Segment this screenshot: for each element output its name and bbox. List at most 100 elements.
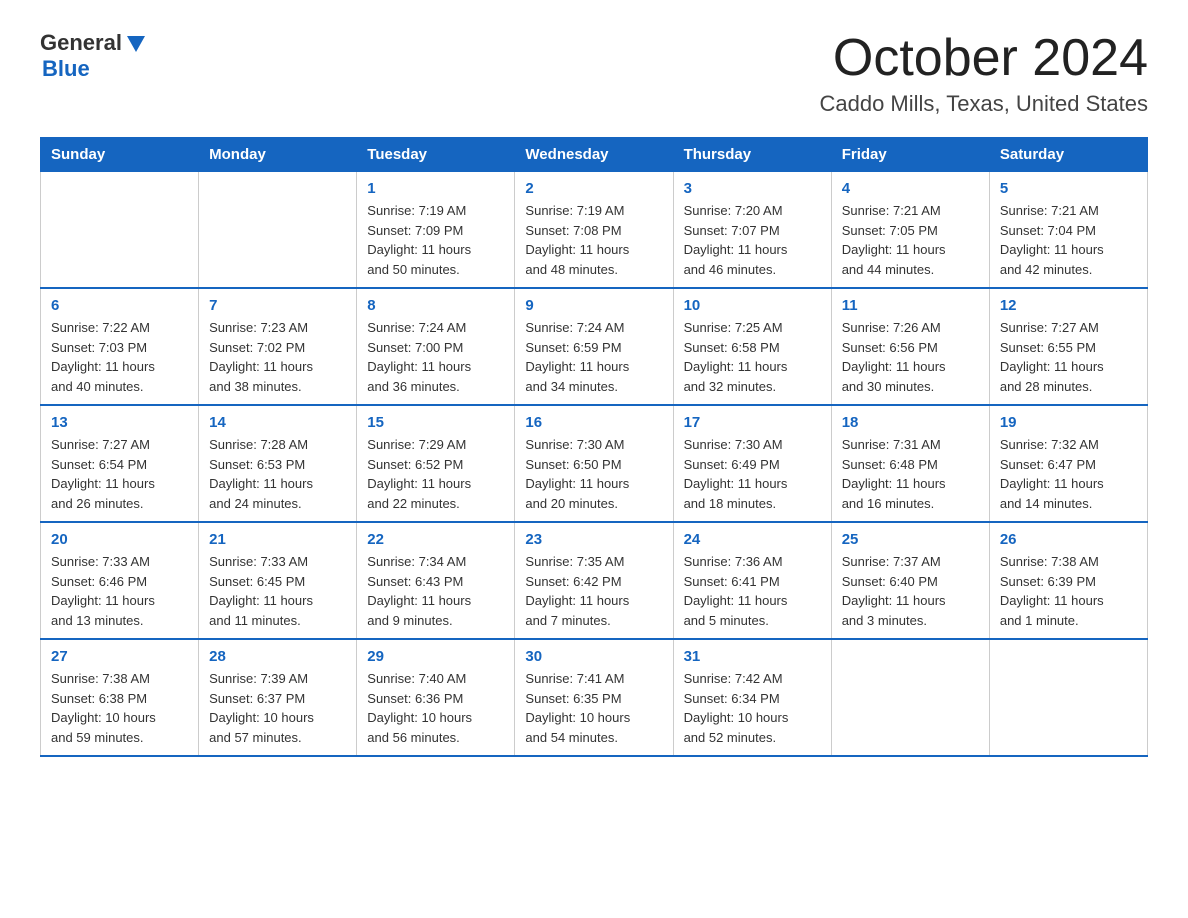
calendar-week-row: 6 Sunrise: 7:22 AM Sunset: 7:03 PM Daylig… [41,288,1148,405]
day-number: 25 [842,531,979,548]
logo: General Blue [40,30,147,82]
calendar-cell [199,172,357,289]
logo-triangle-icon [125,32,147,54]
header-wednesday: Wednesday [515,138,673,172]
calendar-cell: 4Sunrise: 7:21 AM Sunset: 7:05 PM Daylig… [831,172,989,289]
calendar-cell: 27 Sunrise: 7:38 AM Sunset: 6:38 PM Dayli… [41,639,199,756]
day-number: 24 [684,531,821,548]
day-info: Sunrise: 7:21 AM Sunset: 7:04 PM Dayligh… [1000,201,1137,279]
calendar-week-row: 1 Sunrise: 7:19 AM Sunset: 7:09 PM Daylig… [41,172,1148,289]
day-info: Sunrise: 7:40 AM Sunset: 6:36 PM Dayligh… [367,669,504,747]
day-number: 16 [525,414,662,431]
day-info: Sunrise: 7:34 AM Sunset: 6:43 PM Dayligh… [367,552,504,630]
calendar-cell: 9 Sunrise: 7:24 AM Sunset: 6:59 PM Daylig… [515,288,673,405]
calendar-cell: 14 Sunrise: 7:28 AM Sunset: 6:53 PM Dayli… [199,405,357,522]
day-info: Sunrise: 7:42 AM Sunset: 6:34 PM Dayligh… [684,669,821,747]
day-number: 29 [367,648,504,665]
day-info: Sunrise: 7:33 AM Sunset: 6:46 PM Dayligh… [51,552,188,630]
calendar-cell: 20 Sunrise: 7:33 AM Sunset: 6:46 PM Dayli… [41,522,199,639]
calendar-header-row: SundayMondayTuesdayWednesdayThursdayFrid… [41,138,1148,172]
day-number: 2 [525,180,662,197]
calendar-cell: 16Sunrise: 7:30 AM Sunset: 6:50 PM Dayli… [515,405,673,522]
calendar-cell [831,639,989,756]
day-number: 26 [1000,531,1137,548]
calendar-cell: 12Sunrise: 7:27 AM Sunset: 6:55 PM Dayli… [989,288,1147,405]
calendar-cell: 5 Sunrise: 7:21 AM Sunset: 7:04 PM Daylig… [989,172,1147,289]
calendar-cell: 1 Sunrise: 7:19 AM Sunset: 7:09 PM Daylig… [357,172,515,289]
day-number: 31 [684,648,821,665]
day-info: Sunrise: 7:24 AM Sunset: 7:00 PM Dayligh… [367,318,504,396]
calendar-cell: 18Sunrise: 7:31 AM Sunset: 6:48 PM Dayli… [831,405,989,522]
day-number: 19 [1000,414,1137,431]
calendar-cell: 11Sunrise: 7:26 AM Sunset: 6:56 PM Dayli… [831,288,989,405]
calendar-cell: 24 Sunrise: 7:36 AM Sunset: 6:41 PM Dayli… [673,522,831,639]
day-number: 14 [209,414,346,431]
day-number: 10 [684,297,821,314]
calendar-cell: 29 Sunrise: 7:40 AM Sunset: 6:36 PM Dayli… [357,639,515,756]
day-number: 17 [684,414,821,431]
day-number: 15 [367,414,504,431]
logo-general: General [40,30,122,56]
calendar-cell: 8Sunrise: 7:24 AM Sunset: 7:00 PM Daylig… [357,288,515,405]
day-info: Sunrise: 7:28 AM Sunset: 6:53 PM Dayligh… [209,435,346,513]
day-info: Sunrise: 7:30 AM Sunset: 6:49 PM Dayligh… [684,435,821,513]
day-info: Sunrise: 7:39 AM Sunset: 6:37 PM Dayligh… [209,669,346,747]
page-header: General Blue October 2024 Caddo Mills, T… [40,30,1148,117]
calendar-cell: 25 Sunrise: 7:37 AM Sunset: 6:40 PM Dayli… [831,522,989,639]
day-info: Sunrise: 7:37 AM Sunset: 6:40 PM Dayligh… [842,552,979,630]
day-info: Sunrise: 7:41 AM Sunset: 6:35 PM Dayligh… [525,669,662,747]
calendar-cell: 28Sunrise: 7:39 AM Sunset: 6:37 PM Dayli… [199,639,357,756]
day-number: 21 [209,531,346,548]
header-tuesday: Tuesday [357,138,515,172]
header-friday: Friday [831,138,989,172]
day-number: 7 [209,297,346,314]
calendar-week-row: 20 Sunrise: 7:33 AM Sunset: 6:46 PM Dayli… [41,522,1148,639]
calendar-cell [41,172,199,289]
day-number: 5 [1000,180,1137,197]
day-info: Sunrise: 7:24 AM Sunset: 6:59 PM Dayligh… [525,318,662,396]
day-info: Sunrise: 7:27 AM Sunset: 6:54 PM Dayligh… [51,435,188,513]
calendar-cell [989,639,1147,756]
logo-blue: Blue [42,56,90,82]
header-sunday: Sunday [41,138,199,172]
calendar-week-row: 27 Sunrise: 7:38 AM Sunset: 6:38 PM Dayli… [41,639,1148,756]
calendar-cell: 26Sunrise: 7:38 AM Sunset: 6:39 PM Dayli… [989,522,1147,639]
calendar-cell: 21 Sunrise: 7:33 AM Sunset: 6:45 PM Dayli… [199,522,357,639]
day-number: 4 [842,180,979,197]
day-info: Sunrise: 7:27 AM Sunset: 6:55 PM Dayligh… [1000,318,1137,396]
header-saturday: Saturday [989,138,1147,172]
day-number: 6 [51,297,188,314]
day-info: Sunrise: 7:25 AM Sunset: 6:58 PM Dayligh… [684,318,821,396]
calendar-cell: 17 Sunrise: 7:30 AM Sunset: 6:49 PM Dayli… [673,405,831,522]
day-info: Sunrise: 7:29 AM Sunset: 6:52 PM Dayligh… [367,435,504,513]
day-info: Sunrise: 7:36 AM Sunset: 6:41 PM Dayligh… [684,552,821,630]
day-number: 1 [367,180,504,197]
day-number: 23 [525,531,662,548]
calendar-cell: 13 Sunrise: 7:27 AM Sunset: 6:54 PM Dayli… [41,405,199,522]
page-title: October 2024 [819,30,1148,87]
calendar-cell: 19Sunrise: 7:32 AM Sunset: 6:47 PM Dayli… [989,405,1147,522]
day-info: Sunrise: 7:23 AM Sunset: 7:02 PM Dayligh… [209,318,346,396]
day-number: 11 [842,297,979,314]
day-number: 20 [51,531,188,548]
calendar-cell: 6 Sunrise: 7:22 AM Sunset: 7:03 PM Daylig… [41,288,199,405]
day-info: Sunrise: 7:38 AM Sunset: 6:38 PM Dayligh… [51,669,188,747]
day-number: 13 [51,414,188,431]
day-number: 27 [51,648,188,665]
day-number: 9 [525,297,662,314]
calendar-cell: 3Sunrise: 7:20 AM Sunset: 7:07 PM Daylig… [673,172,831,289]
calendar-cell: 23 Sunrise: 7:35 AM Sunset: 6:42 PM Dayli… [515,522,673,639]
day-number: 22 [367,531,504,548]
day-info: Sunrise: 7:19 AM Sunset: 7:09 PM Dayligh… [367,201,504,279]
calendar-cell: 2 Sunrise: 7:19 AM Sunset: 7:08 PM Daylig… [515,172,673,289]
calendar-cell: 22 Sunrise: 7:34 AM Sunset: 6:43 PM Dayli… [357,522,515,639]
calendar-table: SundayMondayTuesdayWednesdayThursdayFrid… [40,137,1148,757]
day-info: Sunrise: 7:33 AM Sunset: 6:45 PM Dayligh… [209,552,346,630]
day-info: Sunrise: 7:22 AM Sunset: 7:03 PM Dayligh… [51,318,188,396]
day-number: 3 [684,180,821,197]
day-info: Sunrise: 7:19 AM Sunset: 7:08 PM Dayligh… [525,201,662,279]
calendar-cell: 30Sunrise: 7:41 AM Sunset: 6:35 PM Dayli… [515,639,673,756]
day-info: Sunrise: 7:35 AM Sunset: 6:42 PM Dayligh… [525,552,662,630]
calendar-cell: 15 Sunrise: 7:29 AM Sunset: 6:52 PM Dayli… [357,405,515,522]
header-monday: Monday [199,138,357,172]
